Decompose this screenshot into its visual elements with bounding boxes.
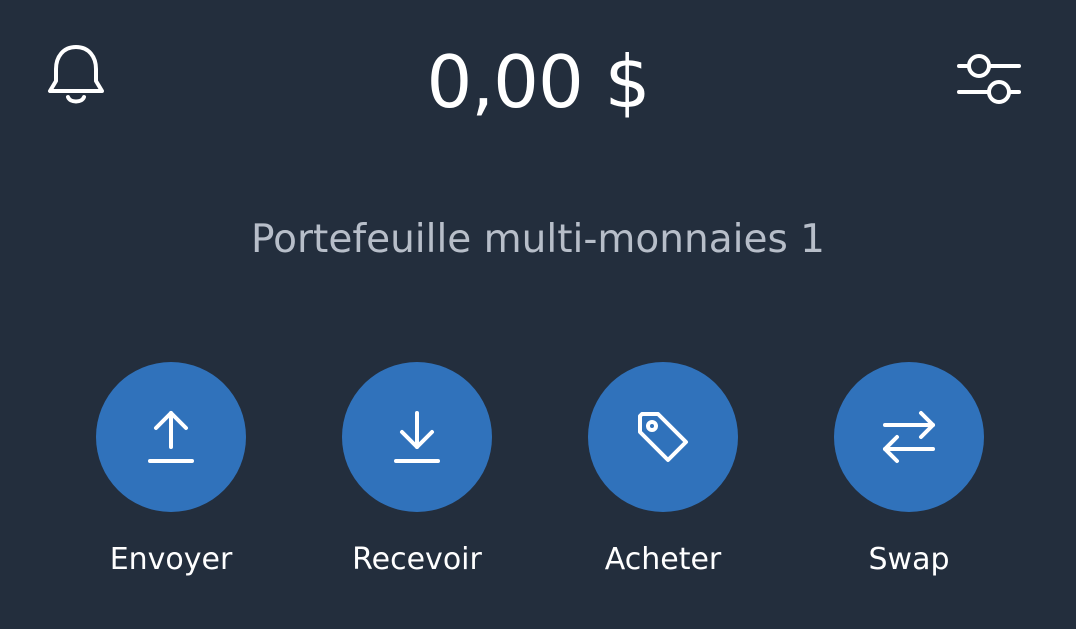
receive-button[interactable]: Recevoir <box>317 362 517 582</box>
sliders-icon <box>957 54 1021 104</box>
swap-circle[interactable] <box>834 362 984 512</box>
wallet-name: Portefeuille multi-monnaies 1 <box>251 217 825 262</box>
send-button[interactable]: Envoyer <box>71 362 271 582</box>
filter-settings-button[interactable] <box>950 40 1030 116</box>
total-balance: 0,00 $ <box>426 40 650 124</box>
send-circle[interactable] <box>96 362 246 512</box>
tag-icon <box>638 412 688 462</box>
buy-button[interactable]: Acheter <box>563 362 763 582</box>
receive-circle[interactable] <box>342 362 492 512</box>
buy-label: Acheter <box>604 542 722 577</box>
swap-label: Swap <box>868 542 950 577</box>
send-label: Envoyer <box>109 542 233 577</box>
upload-icon <box>148 411 194 463</box>
receive-label: Recevoir <box>352 542 482 577</box>
buy-circle[interactable] <box>588 362 738 512</box>
swap-button[interactable]: Swap <box>809 362 1009 582</box>
swap-arrows-icon <box>883 411 935 463</box>
download-icon <box>394 411 440 463</box>
